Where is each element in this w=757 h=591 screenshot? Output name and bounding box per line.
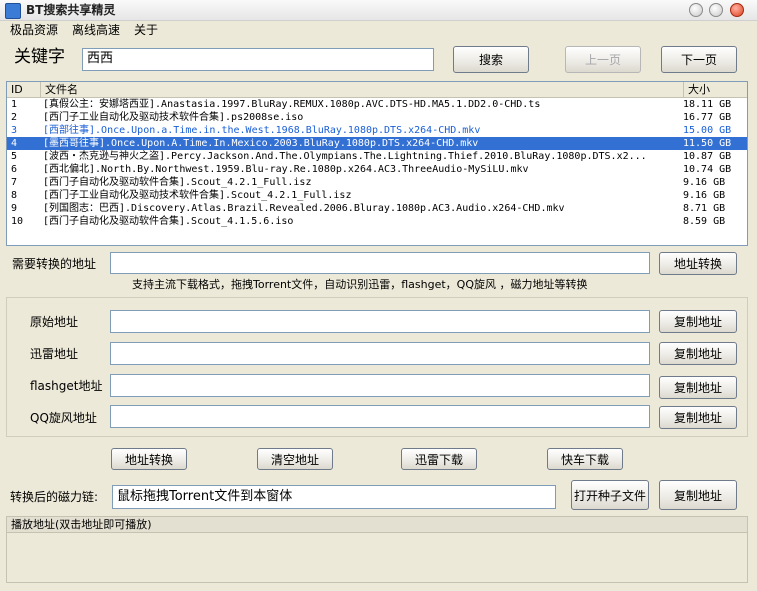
table-row[interactable]: 9 [列国图志：巴西].Discovery.Atlas.Brazil.Reveal… bbox=[7, 202, 747, 215]
keyword-label: 关键字 bbox=[14, 47, 65, 67]
row-filename: [西门子自动化及驱动软件合集].Scout_4.2.1_Full.isz bbox=[43, 177, 312, 188]
menu-item-resources[interactable]: 极品资源 bbox=[10, 22, 58, 38]
convert-button[interactable]: 地址转换 bbox=[659, 252, 737, 275]
row-id: 3 bbox=[11, 125, 18, 136]
row-filename: [西部往事].Once.Upon.a.Time.in.the.West.1968… bbox=[43, 125, 481, 136]
thunder-address-input[interactable] bbox=[110, 342, 650, 365]
convert-input[interactable] bbox=[110, 252, 650, 274]
qq-address-label: QQ旋风地址 bbox=[30, 411, 97, 425]
table-row[interactable]: 3 [西部往事].Once.Upon.a.Time.in.the.West.196… bbox=[7, 124, 747, 137]
row-size: 8.71 GB bbox=[683, 203, 726, 214]
menu-item-about[interactable]: 关于 bbox=[134, 22, 158, 38]
row-size: 18.11 GB bbox=[683, 99, 732, 110]
play-address-panel[interactable]: 播放地址(双击地址即可播放) bbox=[6, 516, 748, 583]
table-row[interactable]: 7 [西门子自动化及驱动软件合集].Scout_4.2.1_Full.isz 9.1… bbox=[7, 176, 747, 189]
row-id: 2 bbox=[11, 112, 18, 123]
row-id: 6 bbox=[11, 164, 18, 175]
row-id: 9 bbox=[11, 203, 18, 214]
copy-qq-button[interactable]: 复制地址 bbox=[659, 406, 737, 429]
flashget-download-button[interactable]: 快车下载 bbox=[547, 448, 623, 470]
row-id: 7 bbox=[11, 177, 18, 188]
flashget-address-label: flashget地址 bbox=[30, 379, 103, 393]
original-address-input[interactable] bbox=[110, 310, 650, 333]
search-input[interactable]: 西西 bbox=[82, 48, 434, 71]
row-id: 10 bbox=[11, 216, 24, 227]
column-header-name[interactable]: 文件名 bbox=[41, 82, 684, 97]
thunder-download-button[interactable]: 迅雷下载 bbox=[401, 448, 477, 470]
row-size: 15.00 GB bbox=[683, 125, 732, 136]
qq-address-input[interactable] bbox=[110, 405, 650, 428]
convert-hint: 支持主流下载格式，拖拽Torrent文件，自动识别迅雷，flashget，QQ旋… bbox=[132, 278, 588, 291]
row-id: 8 bbox=[11, 190, 18, 201]
row-size: 9.16 GB bbox=[683, 177, 726, 188]
copy-original-button[interactable]: 复制地址 bbox=[659, 310, 737, 333]
table-row[interactable]: 4 [墨西哥往事].Once.Upon.A.Time.In.Mexico.2003… bbox=[7, 137, 747, 150]
original-address-label: 原始地址 bbox=[30, 315, 79, 329]
row-size: 9.16 GB bbox=[683, 190, 726, 201]
close-button[interactable] bbox=[730, 3, 744, 17]
row-size: 8.59 GB bbox=[683, 216, 726, 227]
row-size: 16.77 GB bbox=[683, 112, 732, 123]
row-id: 5 bbox=[11, 151, 18, 162]
row-id: 4 bbox=[11, 138, 18, 149]
copy-magnet-button[interactable]: 复制地址 bbox=[659, 480, 737, 510]
row-filename: [西北偏北].North.By.Northwest.1959.Blu-ray.R… bbox=[43, 164, 529, 175]
results-header: ID 文件名 大小 bbox=[7, 82, 747, 98]
next-page-button[interactable]: 下一页 bbox=[661, 46, 737, 73]
table-row[interactable]: 5 [波西・杰克逊与神火之盗].Percy.Jackson.And.The.Oly… bbox=[7, 150, 747, 163]
play-address-header: 播放地址(双击地址即可播放) bbox=[7, 517, 747, 533]
row-filename: [墨西哥往事].Once.Upon.A.Time.In.Mexico.2003.… bbox=[43, 138, 479, 149]
row-size: 11.50 GB bbox=[683, 138, 732, 149]
row-filename: [波西・杰克逊与神火之盗].Percy.Jackson.And.The.Olym… bbox=[43, 151, 647, 162]
title-bar: BT搜索共享精灵 bbox=[0, 0, 757, 21]
copy-flashget-button[interactable]: 复制地址 bbox=[659, 376, 737, 399]
menu-item-offline[interactable]: 离线高速 bbox=[72, 22, 120, 38]
row-size: 10.74 GB bbox=[683, 164, 732, 175]
row-filename: [真假公主：安娜塔西亚].Anastasia.1997.BluRay.REMUX… bbox=[43, 99, 541, 110]
table-row[interactable]: 10 [西门子自动化及驱动软件合集].Scout_4.1.5.6.iso 8.59 … bbox=[7, 215, 747, 228]
magnet-input[interactable]: 鼠标拖拽Torrent文件到本窗体 bbox=[112, 485, 556, 509]
flashget-address-input[interactable] bbox=[110, 374, 650, 397]
clear-address-button[interactable]: 清空地址 bbox=[257, 448, 333, 470]
open-torrent-button[interactable]: 打开种子文件 bbox=[571, 480, 649, 510]
action-convert-button[interactable]: 地址转换 bbox=[111, 448, 187, 470]
maximize-button[interactable] bbox=[709, 3, 723, 17]
table-row[interactable]: 1 [真假公主：安娜塔西亚].Anastasia.1997.BluRay.REMU… bbox=[7, 98, 747, 111]
thunder-address-label: 迅雷地址 bbox=[30, 347, 79, 361]
results-list[interactable]: ID 文件名 大小 1 [真假公主：安娜塔西亚].Anastasia.1997.B… bbox=[6, 81, 748, 246]
row-filename: [西门子自动化及驱动软件合集].Scout_4.1.5.6.iso bbox=[43, 216, 294, 227]
minimize-button[interactable] bbox=[689, 3, 703, 17]
table-row[interactable]: 2 [西门子工业自动化及驱动技术软件合集].ps2008se.iso 16.77 G… bbox=[7, 111, 747, 124]
convert-label: 需要转换的地址 bbox=[12, 257, 97, 271]
search-button[interactable]: 搜索 bbox=[453, 46, 529, 73]
prev-page-button[interactable]: 上一页 bbox=[565, 46, 641, 73]
row-size: 10.87 GB bbox=[683, 151, 732, 162]
row-id: 1 bbox=[11, 99, 18, 110]
column-header-id[interactable]: ID bbox=[7, 82, 41, 97]
row-filename: [西门子工业自动化及驱动技术软件合集].Scout_4.2.1_Full.isz bbox=[43, 190, 352, 201]
table-row[interactable]: 6 [西北偏北].North.By.Northwest.1959.Blu-ray.… bbox=[7, 163, 747, 176]
app-icon bbox=[5, 3, 21, 19]
menu-bar: 极品资源 离线高速 关于 bbox=[0, 21, 757, 39]
row-filename: [列国图志：巴西].Discovery.Atlas.Brazil.Reveale… bbox=[43, 203, 565, 214]
copy-thunder-button[interactable]: 复制地址 bbox=[659, 342, 737, 365]
column-header-size[interactable]: 大小 bbox=[684, 82, 747, 97]
row-filename: [西门子工业自动化及驱动技术软件合集].ps2008se.iso bbox=[43, 112, 304, 123]
magnet-label: 转换后的磁力链: bbox=[10, 490, 99, 504]
window-title: BT搜索共享精灵 bbox=[26, 3, 116, 17]
table-row[interactable]: 8 [西门子工业自动化及驱动技术软件合集].Scout_4.2.1_Full.is… bbox=[7, 189, 747, 202]
